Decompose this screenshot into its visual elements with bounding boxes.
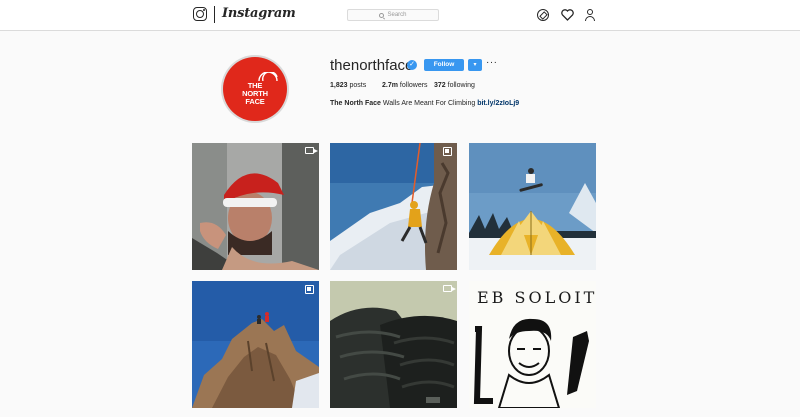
post-image-jackets xyxy=(330,281,457,408)
search-placeholder: Search xyxy=(387,12,407,18)
following-label: following xyxy=(447,82,475,89)
logo-line-3: FACE xyxy=(245,97,265,106)
profile-icon-body xyxy=(585,16,595,21)
followers-count: 2.7m xyxy=(382,82,398,89)
more-options-button[interactable]: ··· xyxy=(486,57,498,68)
instagram-wordmark[interactable]: Instagram xyxy=(222,6,296,21)
post-image-santa-climber xyxy=(192,143,319,270)
posts-count: 1,823 xyxy=(330,82,348,89)
profile-icon-head xyxy=(587,9,593,15)
following-stat[interactable]: 372 following xyxy=(434,82,475,89)
heart-icon[interactable] xyxy=(561,8,574,21)
posts-stat: 1,823 posts xyxy=(330,82,382,89)
profile-icon[interactable] xyxy=(584,9,596,21)
suggestions-dropdown-button[interactable]: ▾ xyxy=(468,59,482,71)
multiple-images-badge-icon xyxy=(443,147,452,156)
bio-text: Walls Are Meant For Climbing xyxy=(382,100,476,107)
post-tile[interactable] xyxy=(192,143,319,270)
sketch-caption: EB SOLOIT xyxy=(477,288,596,307)
nav-divider xyxy=(214,6,215,23)
post-tile[interactable]: EB SOLOIT xyxy=(469,281,596,408)
profile-avatar[interactable]: THE NORTH FACE xyxy=(221,55,289,123)
post-tile[interactable] xyxy=(469,143,596,270)
posts-label: posts xyxy=(349,82,367,89)
top-navigation-bar: Instagram Search xyxy=(0,0,800,31)
following-count: 372 xyxy=(434,82,446,89)
compass-icon[interactable] xyxy=(537,9,549,21)
post-tile[interactable] xyxy=(330,143,457,270)
bio-link[interactable]: bit.ly/2zIoLj9 xyxy=(477,100,519,107)
post-image-climber-sketch: EB SOLOIT xyxy=(469,281,596,408)
multiple-images-badge-icon xyxy=(305,285,314,294)
profile-stats: 1,823 posts 2.7m followers 372 following xyxy=(330,82,475,89)
video-badge-icon xyxy=(305,147,318,154)
verified-badge-icon: ✓ xyxy=(407,60,417,70)
followers-stat[interactable]: 2.7m followers xyxy=(382,82,434,89)
profile-username: thenorthface xyxy=(330,57,414,74)
followers-label: followers xyxy=(399,82,428,89)
follow-button[interactable]: Follow xyxy=(424,59,464,71)
post-tile[interactable] xyxy=(330,281,457,408)
instagram-glyph-icon[interactable] xyxy=(193,7,207,21)
video-badge-icon xyxy=(443,285,456,292)
post-image-rock-summit xyxy=(192,281,319,408)
search-icon xyxy=(379,12,385,18)
post-image-snowboarder-tent xyxy=(469,143,596,270)
search-input[interactable]: Search xyxy=(347,9,439,21)
post-image-ice-climber xyxy=(330,143,457,270)
post-tile[interactable] xyxy=(192,281,319,408)
logo-arcs-icon xyxy=(258,72,278,81)
bio-name: The North Face xyxy=(330,100,381,107)
the-north-face-logo: THE NORTH FACE xyxy=(223,57,287,121)
profile-bio: The North Face Walls Are Meant For Climb… xyxy=(330,100,519,107)
